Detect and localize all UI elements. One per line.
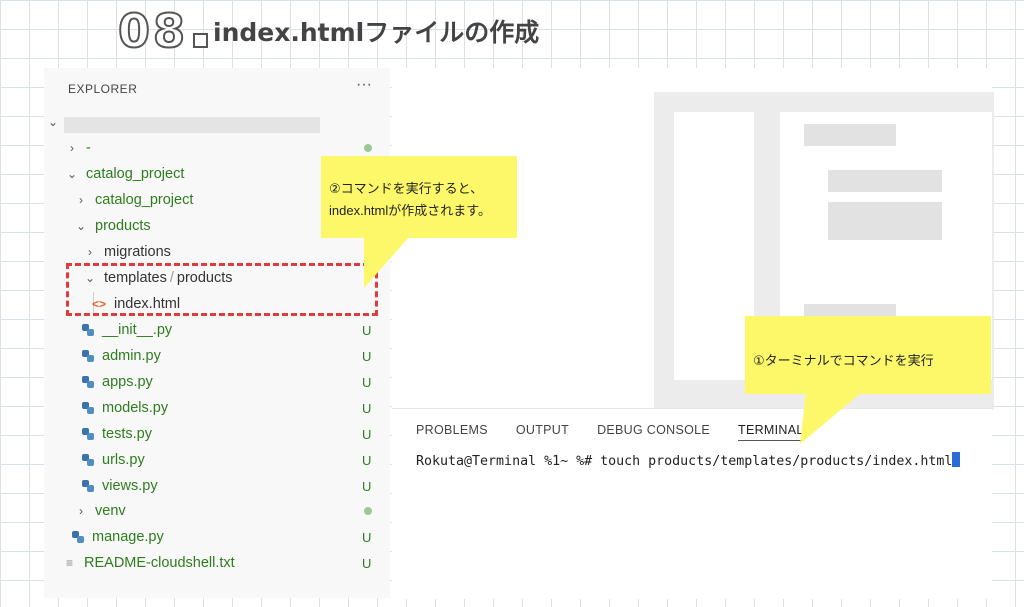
- callout-tail-2: [800, 392, 862, 444]
